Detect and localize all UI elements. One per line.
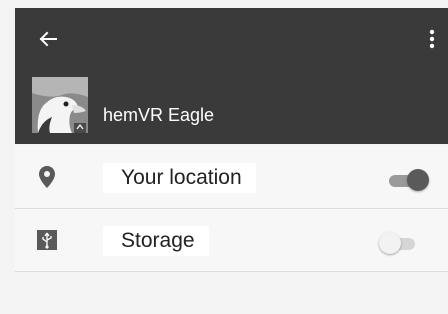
permission-row-location[interactable]: Your location: [15, 146, 448, 208]
more-options-button[interactable]: [420, 24, 444, 54]
storage-toggle[interactable]: [377, 232, 421, 254]
location-toggle[interactable]: [385, 169, 429, 191]
location-pin-icon: [34, 164, 60, 190]
eagle-app-icon: [32, 77, 88, 133]
toggle-knob: [379, 232, 401, 254]
usb-storage-icon: [34, 227, 60, 253]
more-vertical-icon: [429, 29, 435, 49]
permission-row-storage[interactable]: Storage: [15, 209, 448, 271]
divider: [15, 271, 448, 272]
permission-label-location: Your location: [103, 163, 256, 193]
permission-label-storage: Storage: [103, 226, 209, 256]
back-button[interactable]: [33, 24, 63, 54]
app-name: hemVR Eagle: [103, 105, 215, 125]
app-bar: hemVR Eagle: [15, 8, 448, 144]
arrow-back-icon: [39, 31, 57, 47]
toggle-knob: [407, 169, 429, 191]
